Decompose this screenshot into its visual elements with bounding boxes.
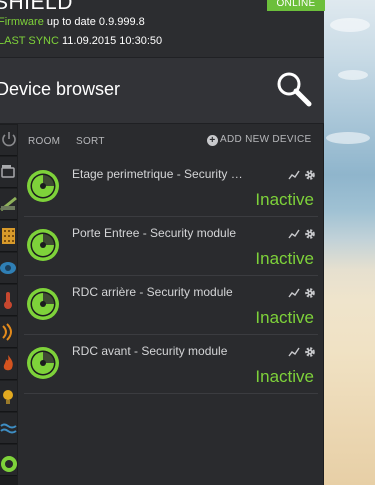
page-title: Device browser (0, 79, 121, 99)
device-row[interactable]: Etage perimetrique - Security module Ina… (24, 158, 318, 217)
light-icon (3, 390, 13, 404)
device-row[interactable]: RDC arrière - Security module Inactive (24, 276, 318, 335)
power-icon (2, 132, 16, 147)
device-name: RDC arrière - Security module (72, 285, 233, 299)
list-toolbar: ROOM SORT + ADD NEW DEVICE (18, 124, 324, 158)
wall-icon (0, 196, 17, 212)
chart-icon[interactable] (288, 288, 300, 298)
last-sync-label: LAST SYNC (0, 35, 59, 47)
device-status: Inactive (255, 367, 314, 386)
sidebar-item-power[interactable] (0, 125, 17, 156)
device-name: Porte Entree - Security module (72, 226, 237, 240)
status-header: SHIELD ONLINE Firmware up to date 0.9.99… (0, 0, 325, 58)
thermometer-icon (4, 292, 12, 309)
device-status: Inactive (255, 308, 314, 327)
device-list: Etage perimetrique - Security module Ina… (24, 158, 318, 394)
fire-icon (3, 355, 13, 371)
camera-icon (1, 165, 15, 178)
last-sync-value: 11.09.2015 10:30:50 (62, 35, 163, 47)
device-actions (288, 227, 318, 239)
device-row[interactable]: RDC avant - Security module Inactive (24, 335, 318, 394)
water-icon (0, 423, 17, 434)
device-row[interactable]: Porte Entree - Security module Inactive (24, 217, 318, 276)
sidebar-item-eye[interactable] (0, 253, 17, 284)
last-sync: LAST SYNC 11.09.2015 10:30:50 (0, 35, 162, 47)
firmware-label: Firmware (0, 16, 44, 28)
gear-icon[interactable] (305, 288, 315, 298)
sidebar-item-light[interactable] (0, 381, 17, 412)
radar-icon (27, 229, 59, 261)
chart-icon[interactable] (288, 229, 300, 239)
device-status: Inactive (255, 249, 314, 268)
firmware-text: up to date 0.9.999.8 (46, 16, 145, 28)
add-new-device-button[interactable]: + ADD NEW DEVICE (207, 134, 311, 148)
keypad-icon (2, 228, 15, 244)
device-actions (288, 286, 318, 298)
sidebar-item-thermometer[interactable] (0, 285, 17, 316)
eye-icon (0, 262, 16, 274)
radar-icon (27, 288, 59, 320)
gear-icon[interactable] (305, 347, 315, 357)
device-actions (288, 345, 318, 357)
chart-icon[interactable] (288, 347, 300, 357)
sidebar-item-ok[interactable] (0, 445, 17, 476)
sidebar-item-fire[interactable] (0, 349, 17, 380)
gear-icon[interactable] (305, 229, 315, 239)
device-actions (288, 168, 318, 180)
ok-icon (1, 456, 17, 472)
add-new-device-label: ADD NEW DEVICE (220, 134, 312, 145)
sort-button[interactable]: SORT (76, 136, 105, 147)
firmware-status: Firmware up to date 0.9.999.8 (0, 16, 145, 28)
sidebar-item-keypad[interactable] (0, 221, 17, 252)
device-status: Inactive (255, 190, 314, 209)
sidebar-item-signal[interactable] (0, 317, 17, 348)
chart-icon[interactable] (288, 170, 300, 180)
background-beach (324, 0, 375, 485)
browser-bar: Device browser (0, 58, 324, 124)
sidebar-item-camera[interactable] (0, 157, 17, 188)
room-filter-button[interactable]: ROOM (28, 136, 60, 147)
sidebar-item-water[interactable] (0, 413, 17, 444)
device-name: RDC avant - Security module (72, 344, 228, 358)
app-panel: SHIELD ONLINE Firmware up to date 0.9.99… (0, 0, 325, 485)
sidebar-item-wall[interactable] (0, 189, 17, 220)
search-icon (277, 72, 312, 107)
signal-icon (2, 323, 12, 341)
radar-icon (27, 170, 59, 202)
radar-icon (27, 347, 59, 379)
online-badge: ONLINE (267, 0, 325, 11)
plus-icon: + (207, 135, 218, 146)
category-sidebar (0, 124, 18, 485)
gear-icon[interactable] (305, 170, 315, 180)
app-title: SHIELD (0, 0, 73, 14)
device-name: Etage perimetrique - Security module (72, 167, 248, 181)
search-button[interactable] (274, 70, 314, 110)
